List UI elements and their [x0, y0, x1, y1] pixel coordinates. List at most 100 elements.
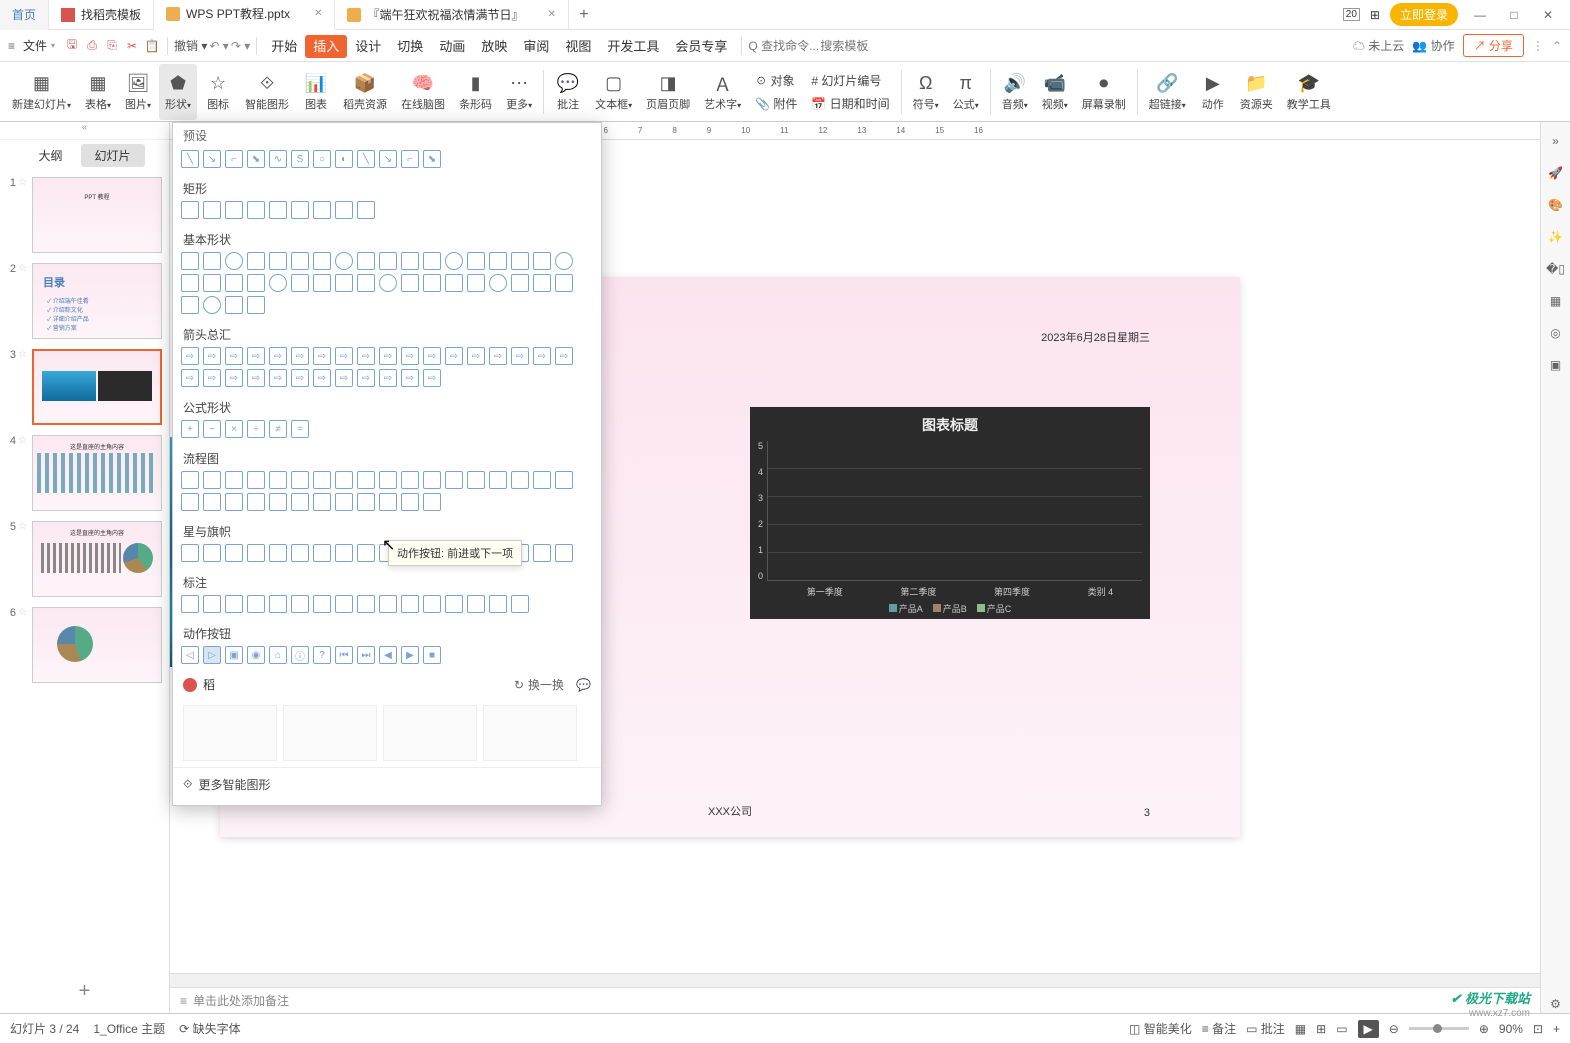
- shape-基本形状-5[interactable]: [291, 252, 309, 270]
- shape-动作按钮-9[interactable]: ◀: [379, 646, 397, 664]
- ribbon-图表[interactable]: 📊图表: [297, 64, 335, 120]
- menu-插入[interactable]: 插入: [305, 35, 347, 58]
- more-icon[interactable]: ⋮: [1532, 39, 1544, 53]
- shape-流程图-13[interactable]: [467, 471, 485, 489]
- shape-基本形状-17[interactable]: [555, 252, 573, 270]
- shape-基本形状-37[interactable]: [203, 296, 221, 314]
- shape-流程图-27[interactable]: [379, 493, 397, 511]
- shape-流程图-5[interactable]: [291, 471, 309, 489]
- shape-标注-0[interactable]: [181, 595, 199, 613]
- shape-流程图-0[interactable]: [181, 471, 199, 489]
- shape-箭头总汇-4[interactable]: ⇨: [269, 347, 287, 365]
- ribbon-教学工具[interactable]: 🎓教学工具: [1281, 64, 1337, 120]
- ribbon-屏幕录制[interactable]: ⏺屏幕录制: [1076, 64, 1132, 120]
- shape-流程图-11[interactable]: [423, 471, 441, 489]
- shape-箭头总汇-14[interactable]: ⇨: [489, 347, 507, 365]
- ribbon-艺术字[interactable]: Ａ艺术字▾: [698, 64, 747, 120]
- shape-箭头总汇-13[interactable]: ⇨: [467, 347, 485, 365]
- shape-流程图-29[interactable]: [423, 493, 441, 511]
- shape-箭头总汇-22[interactable]: ⇨: [269, 369, 287, 387]
- shape-基本形状-16[interactable]: [533, 252, 551, 270]
- apps-icon[interactable]: ⊞: [1370, 8, 1380, 22]
- template-search-input[interactable]: [820, 39, 890, 53]
- shape-流程图-26[interactable]: [357, 493, 375, 511]
- shape-箭头总汇-3[interactable]: ⇨: [247, 347, 265, 365]
- shape-preset-11[interactable]: ⬊: [423, 150, 441, 168]
- shape-流程图-19[interactable]: [203, 493, 221, 511]
- ribbon-attach[interactable]: 📎 附件: [749, 93, 803, 114]
- shape-基本形状-21[interactable]: [247, 274, 265, 292]
- view-slideshow-icon[interactable]: ▶: [1358, 1020, 1379, 1038]
- preview-icon[interactable]: ⎘: [103, 37, 121, 55]
- shape-箭头总汇-0[interactable]: ⇨: [181, 347, 199, 365]
- shape-preset-3[interactable]: ⬊: [247, 150, 265, 168]
- shape-标注-7[interactable]: [335, 595, 353, 613]
- shape-箭头总汇-11[interactable]: ⇨: [423, 347, 441, 365]
- zoom-value[interactable]: 90%: [1499, 1022, 1523, 1036]
- shape-标注-9[interactable]: [379, 595, 397, 613]
- save-icon[interactable]: 🖫: [63, 37, 81, 55]
- shape-标注-11[interactable]: [423, 595, 441, 613]
- side-palette-icon[interactable]: 🎨: [1547, 196, 1565, 214]
- shape-preset-5[interactable]: S: [291, 150, 309, 168]
- ribbon-页眉页脚[interactable]: ◨页眉页脚: [640, 64, 696, 120]
- shape-流程图-12[interactable]: [445, 471, 463, 489]
- shape-基本形状-20[interactable]: [225, 274, 243, 292]
- thumb-star-icon[interactable]: ☆: [18, 435, 28, 446]
- shape-标注-14[interactable]: [489, 595, 507, 613]
- slide-thumb-3[interactable]: [32, 349, 162, 425]
- shape-流程图-9[interactable]: [379, 471, 397, 489]
- shape-动作按钮-11[interactable]: ■: [423, 646, 441, 664]
- shape-公式形状-0[interactable]: +: [181, 420, 199, 438]
- shape-基本形状-11[interactable]: [423, 252, 441, 270]
- shape-箭头总汇-9[interactable]: ⇨: [379, 347, 397, 365]
- ribbon-动作[interactable]: ▶动作: [1194, 64, 1232, 120]
- shape-箭头总汇-28[interactable]: ⇨: [401, 369, 419, 387]
- status-comments[interactable]: ▭ 批注: [1246, 1020, 1285, 1037]
- menu-设计[interactable]: 设计: [347, 35, 389, 58]
- shape-箭头总汇-23[interactable]: ⇨: [291, 369, 309, 387]
- shape-流程图-1[interactable]: [203, 471, 221, 489]
- shape-基本形状-7[interactable]: [335, 252, 353, 270]
- shape-箭头总汇-2[interactable]: ⇨: [225, 347, 243, 365]
- menu-动画[interactable]: 动画: [431, 35, 473, 58]
- shape-基本形状-10[interactable]: [401, 252, 419, 270]
- shape-基本形状-26[interactable]: [357, 274, 375, 292]
- shape-基本形状-13[interactable]: [467, 252, 485, 270]
- shape-标注-5[interactable]: [291, 595, 309, 613]
- shape-preset-6[interactable]: ○: [313, 150, 331, 168]
- shape-标注-2[interactable]: [225, 595, 243, 613]
- menu-icon[interactable]: ≡: [8, 39, 15, 53]
- shape-矩形-0[interactable]: [181, 201, 199, 219]
- shape-箭头总汇-18[interactable]: ⇨: [181, 369, 199, 387]
- shape-基本形状-38[interactable]: [225, 296, 243, 314]
- zoom-in-icon[interactable]: ⊕: [1479, 1022, 1489, 1036]
- shape-箭头总汇-8[interactable]: ⇨: [357, 347, 375, 365]
- shape-箭头总汇-10[interactable]: ⇨: [401, 347, 419, 365]
- shape-公式形状-4[interactable]: ≠: [269, 420, 287, 438]
- shape-箭头总汇-24[interactable]: ⇨: [313, 369, 331, 387]
- tab-home[interactable]: 首页: [0, 0, 49, 30]
- slide-thumb-2[interactable]: 目录✓ 介绍端午佳肴✓ 介绍粽文化✓ 详细介绍产品✓ 营销方案: [32, 263, 162, 339]
- undo-menu[interactable]: 撤销 ▾: [174, 37, 207, 54]
- status-notes[interactable]: ≡ 备注: [1202, 1020, 1236, 1037]
- shape-星与旗帜-7[interactable]: [335, 544, 353, 562]
- side-settings-icon[interactable]: ⚙: [1547, 995, 1565, 1013]
- zoom-out-icon[interactable]: ⊖: [1389, 1022, 1399, 1036]
- shape-流程图-3[interactable]: [247, 471, 265, 489]
- shape-箭头总汇-25[interactable]: ⇨: [335, 369, 353, 387]
- shape-矩形-6[interactable]: [313, 201, 331, 219]
- shape-基本形状-24[interactable]: [313, 274, 331, 292]
- shape-基本形状-0[interactable]: [181, 252, 199, 270]
- shape-动作按钮-4[interactable]: ⌂: [269, 646, 287, 664]
- notes-placeholder[interactable]: 单击此处添加备注: [193, 992, 289, 1009]
- menu-审阅[interactable]: 审阅: [515, 35, 557, 58]
- minimize-icon[interactable]: —: [1468, 8, 1492, 22]
- shape-星与旗帜-16[interactable]: [533, 544, 551, 562]
- shape-动作按钮-3[interactable]: ◉: [247, 646, 265, 664]
- slide-thumb-1[interactable]: PPT 教程: [32, 177, 162, 253]
- shape-流程图-28[interactable]: [401, 493, 419, 511]
- ribbon-资源夹[interactable]: 📁资源夹: [1234, 64, 1279, 120]
- ribbon-智能图形[interactable]: ⟐智能图形: [239, 64, 295, 120]
- ribbon-条形码[interactable]: ▮条形码: [453, 64, 498, 120]
